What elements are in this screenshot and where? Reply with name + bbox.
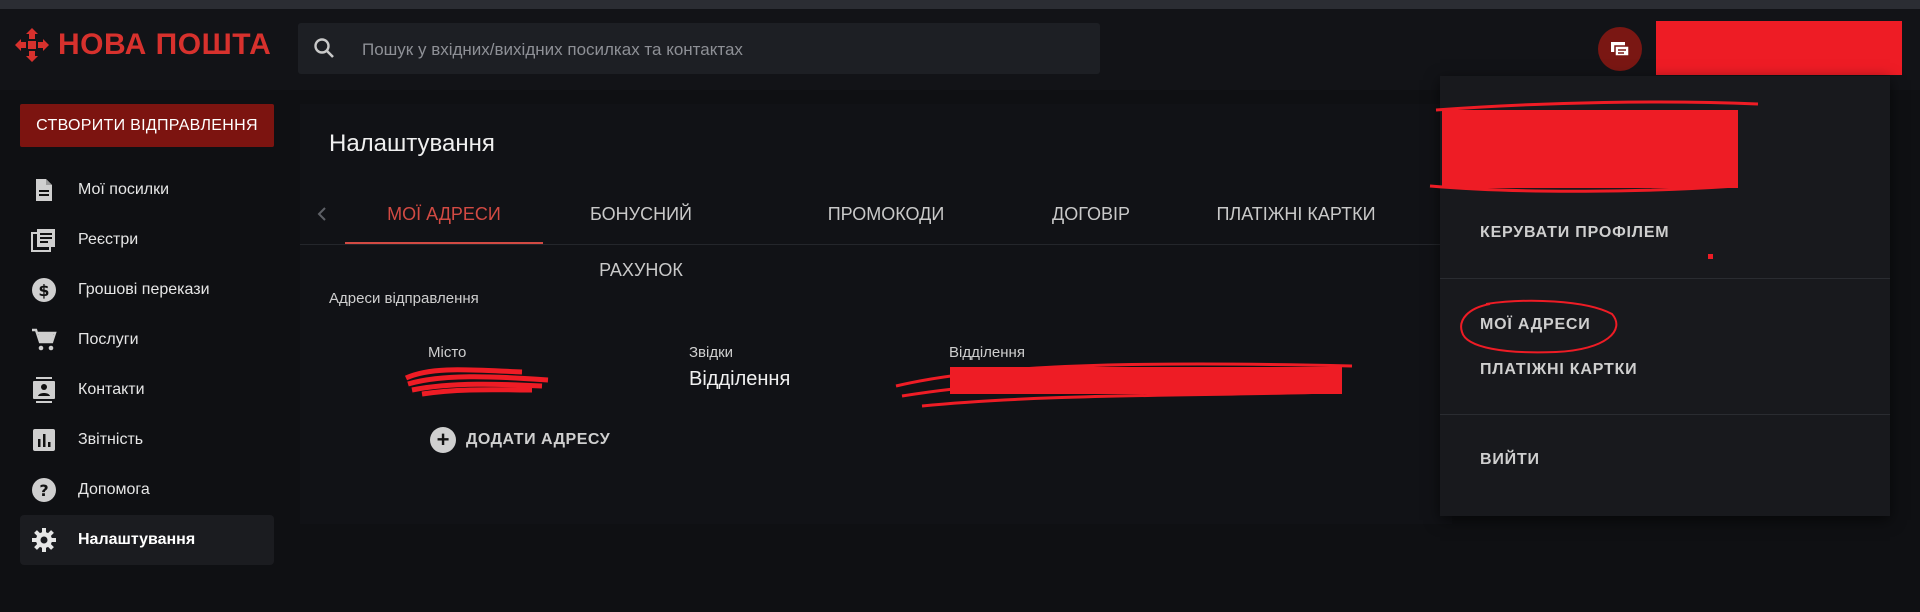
create-shipment-button[interactable]: СТВОРИТИ ВІДПРАВЛЕННЯ bbox=[20, 104, 274, 147]
sidebar-item-my-parcels[interactable]: Мої посилки bbox=[20, 165, 274, 215]
redacted-city-scribble bbox=[404, 367, 549, 397]
sidebar-item-label: Звітність bbox=[78, 431, 144, 448]
search-icon bbox=[314, 38, 334, 58]
profile-dropdown: КЕРУВАТИ ПРОФІЛЕМ МОЇ АДРЕСИ ПЛАТІЖНІ КА… bbox=[1429, 76, 1890, 516]
search-bar[interactable] bbox=[298, 23, 1100, 76]
sidebar-item-label: Допомога bbox=[78, 481, 150, 498]
redacted-branch-value bbox=[950, 367, 1342, 394]
section-label: Адреси відправлення bbox=[329, 290, 479, 307]
sidebar-item-help[interactable]: ? Допомога bbox=[20, 465, 274, 515]
add-address-button[interactable]: + ДОДАТИ АДРЕСУ bbox=[430, 426, 610, 454]
sidebar-item-label: Мої посилки bbox=[78, 181, 170, 198]
redacted-profile-scribble bbox=[1429, 100, 1759, 193]
window-top-strip bbox=[0, 0, 1920, 9]
svg-text:?: ? bbox=[39, 481, 48, 500]
add-address-label: ДОДАТИ АДРЕСУ bbox=[466, 431, 611, 448]
svg-text:$: $ bbox=[38, 281, 49, 300]
chart-icon bbox=[30, 426, 58, 454]
document-icon bbox=[30, 176, 58, 204]
menu-divider bbox=[1440, 278, 1890, 279]
tab-bonus-account[interactable]: БОНУСНИЙ РАХУНОК bbox=[558, 186, 724, 280]
sidebar-item-settings[interactable]: Налаштування bbox=[20, 515, 274, 565]
registry-icon bbox=[30, 226, 58, 254]
red-dot-mark bbox=[1708, 254, 1713, 259]
menu-item-logout[interactable]: ВИЙТИ bbox=[1480, 451, 1540, 469]
tab-contract[interactable]: ДОГОВІР bbox=[1016, 186, 1166, 242]
logo-text: НОВА ПОШТА bbox=[58, 28, 272, 61]
chevron-left-icon[interactable] bbox=[312, 204, 332, 224]
sidebar-item-money-transfers[interactable]: $ Грошові перекази bbox=[20, 265, 274, 315]
menu-divider bbox=[1440, 414, 1890, 415]
settings-card bbox=[300, 104, 1452, 524]
menu-item-payment-cards[interactable]: ПЛАТІЖНІ КАРТКИ bbox=[1480, 361, 1637, 379]
redacted-user-name bbox=[1656, 21, 1902, 75]
tab-promocodes[interactable]: ПРОМОКОДИ bbox=[806, 186, 966, 242]
tab-my-addresses[interactable]: МОЇ АДРЕСИ bbox=[345, 186, 543, 244]
sidebar-nav: Мої посилки Реєстри $ Грошові перекази П… bbox=[20, 165, 274, 565]
sidebar-item-services[interactable]: Послуги bbox=[20, 315, 274, 365]
column-header-from: Звідки bbox=[689, 344, 734, 361]
settings-tabs: МОЇ АДРЕСИ БОНУСНИЙ РАХУНОК ПРОМОКОДИ ДО… bbox=[300, 186, 1452, 280]
avatar[interactable] bbox=[1598, 27, 1642, 71]
contacts-icon bbox=[30, 376, 58, 404]
gear-icon bbox=[30, 526, 58, 554]
tab-payment-cards[interactable]: ПЛАТІЖНІ КАРТКИ bbox=[1202, 186, 1390, 242]
red-circle-annotation bbox=[1460, 299, 1618, 354]
sidebar-item-reports[interactable]: Звітність bbox=[20, 415, 274, 465]
add-circle-icon: + bbox=[430, 427, 456, 453]
sidebar-item-label: Реєстри bbox=[78, 231, 139, 248]
sidebar-item-label: Послуги bbox=[78, 331, 139, 348]
cart-icon bbox=[30, 326, 58, 354]
sidebar-item-registries[interactable]: Реєстри bbox=[20, 215, 274, 265]
sidebar-item-label: Контакти bbox=[78, 381, 145, 398]
menu-item-manage-profile[interactable]: КЕРУВАТИ ПРОФІЛЕМ bbox=[1480, 224, 1669, 242]
nova-poshta-logo-icon bbox=[15, 28, 49, 62]
column-header-city: Місто bbox=[428, 344, 467, 361]
help-icon: ? bbox=[30, 476, 58, 504]
sidebar-item-label: Грошові перекази bbox=[78, 281, 210, 298]
logo[interactable]: НОВА ПОШТА bbox=[14, 24, 271, 66]
sidebar-item-label: Налаштування bbox=[78, 531, 196, 548]
search-input[interactable] bbox=[360, 23, 1084, 76]
sidebar-item-contacts[interactable]: Контакти bbox=[20, 365, 274, 415]
page-title: Налаштування bbox=[329, 130, 495, 157]
user-card-icon bbox=[1611, 42, 1630, 57]
dollar-icon: $ bbox=[30, 276, 58, 304]
from-value: Відділення bbox=[689, 368, 791, 390]
